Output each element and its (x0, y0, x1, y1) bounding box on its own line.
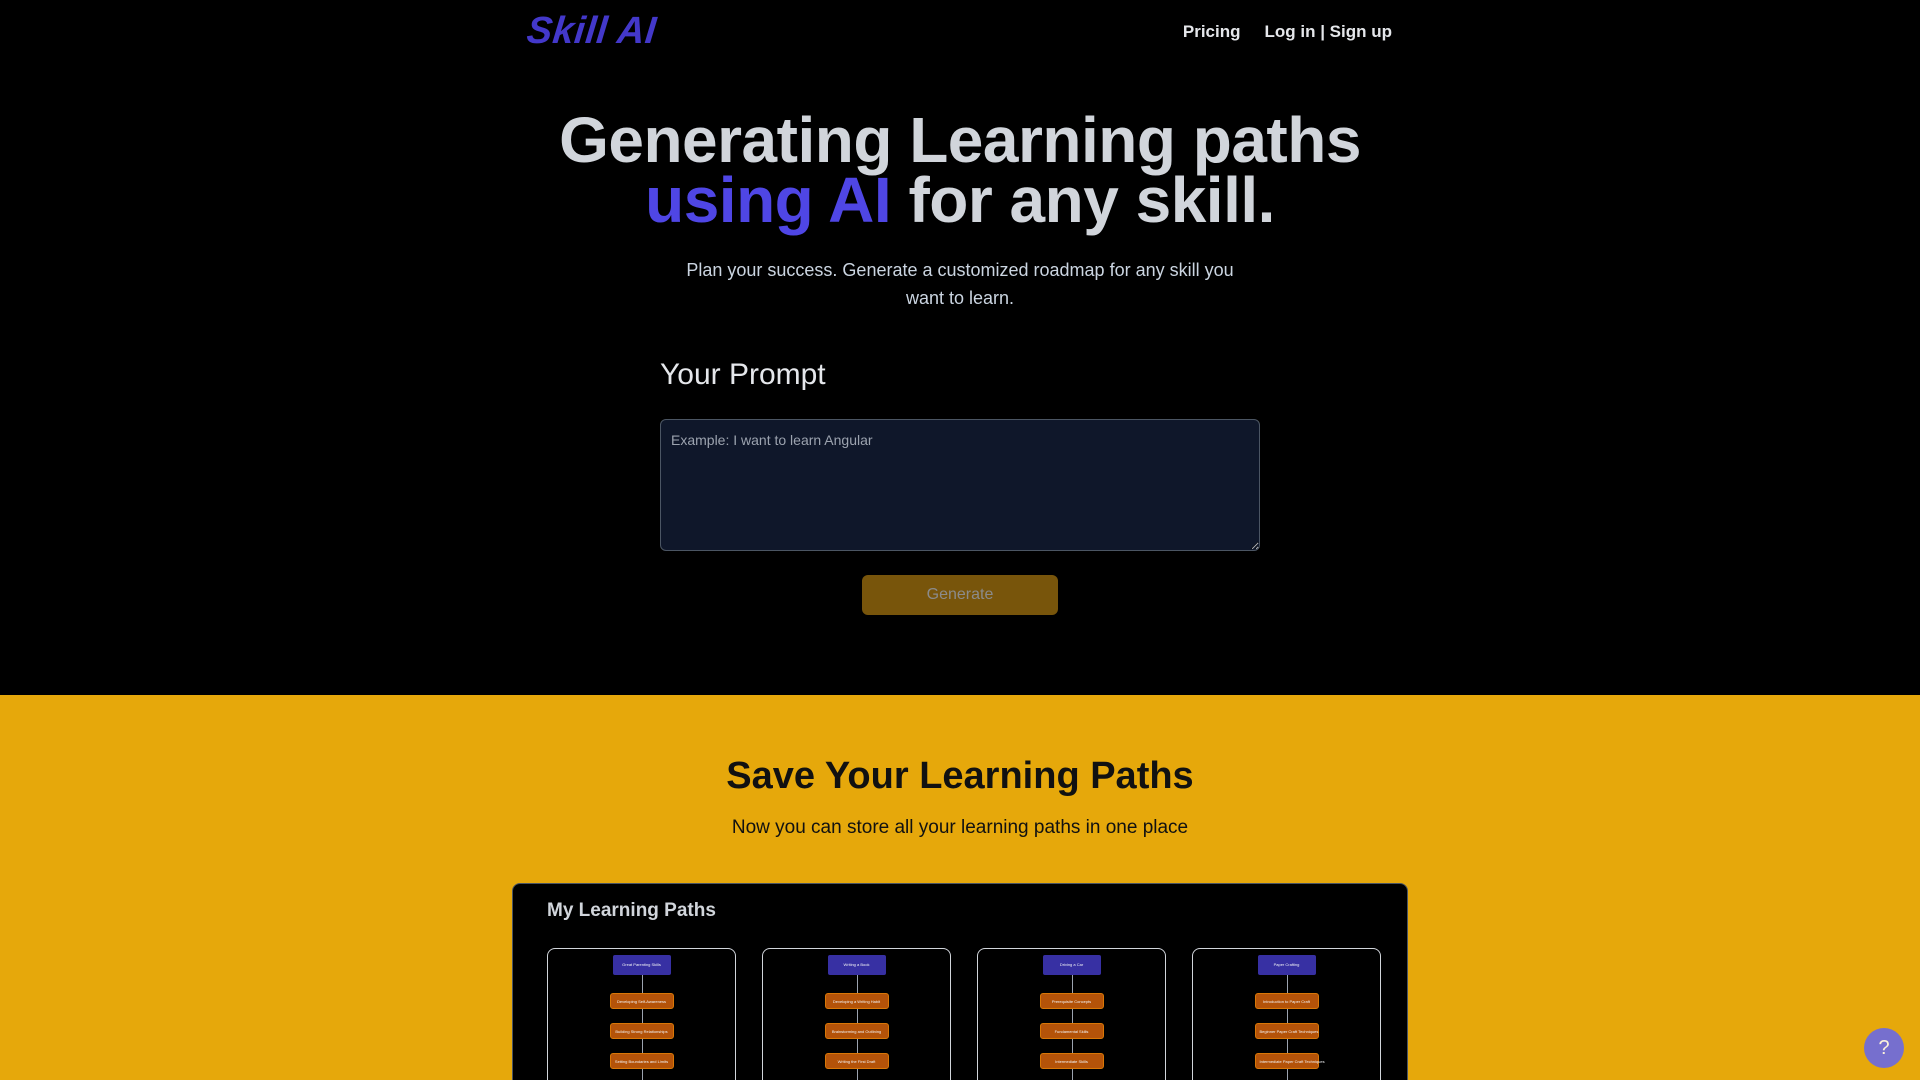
path-step-node: Intermediate Skills (1039, 1053, 1104, 1069)
save-title: Save Your Learning Paths (726, 755, 1194, 797)
hero-title-rest: for any skill. (891, 164, 1275, 236)
prompt-label: Your Prompt (660, 358, 826, 391)
prompt-input[interactable] (660, 419, 1260, 551)
path-root-node: Great Parenting Skills (612, 955, 671, 975)
hero-title: Generating Learning paths using AI for a… (0, 108, 1920, 232)
learning-paths-panel: My Learning Paths Great Parenting Skills… (512, 883, 1408, 1080)
logo[interactable]: Skill AI (525, 10, 659, 53)
path-step-node: Fundamental Skills (1039, 1023, 1104, 1039)
path-step-node: Building Strong Relationships (609, 1023, 674, 1039)
generate-button[interactable]: Generate (862, 575, 1058, 615)
save-section: Save Your Learning Paths Now you can sto… (0, 695, 1920, 1080)
top-nav: Skill AI Pricing Log in | Sign up (0, 0, 1920, 66)
panel-title: My Learning Paths (547, 900, 716, 921)
path-step-node: Brainstorming and Outlining (824, 1023, 889, 1039)
path-card[interactable]: Driving a Car Prerequisite Concepts Fund… (977, 948, 1166, 1080)
path-step-node: Beginner Paper Craft Techniques (1254, 1023, 1319, 1039)
path-root-node: Writing a Book (827, 955, 886, 975)
path-step-node: Setting Boundaries and Limits (609, 1053, 674, 1069)
hero-title-accent: using AI (645, 164, 892, 236)
path-step-node: Developing a Writing Habit (824, 993, 889, 1009)
path-step-node: Intermediate Paper Craft Techniques (1254, 1053, 1325, 1069)
nav-links: Pricing Log in | Sign up (1183, 22, 1392, 42)
path-step-node: Prerequisite Concepts (1039, 993, 1104, 1009)
path-cards: Great Parenting Skills Developing Self-A… (547, 948, 1381, 1080)
path-card[interactable]: Great Parenting Skills Developing Self-A… (547, 948, 736, 1080)
path-card[interactable]: Paper Crafting Introduction to Paper Cra… (1192, 948, 1381, 1080)
login-signup-link[interactable]: Log in | Sign up (1264, 22, 1392, 42)
path-root-node: Driving a Car (1042, 955, 1101, 975)
hero-subtitle: Plan your success. Generate a customized… (686, 260, 1234, 308)
pricing-link[interactable]: Pricing (1183, 22, 1241, 42)
path-step-node: Writing the First Draft (824, 1053, 889, 1069)
path-step-node: Introduction to Paper Craft (1254, 993, 1319, 1009)
save-subtitle: Now you can store all your learning path… (731, 817, 1189, 838)
hero: Generating Learning paths using AI for a… (0, 108, 1920, 312)
path-step-node: Developing Self-Awareness (609, 993, 674, 1009)
path-root-node: Paper Crafting (1257, 955, 1316, 975)
help-icon[interactable]: ? (1864, 1028, 1904, 1068)
path-card[interactable]: Writing a Book Developing a Writing Habi… (762, 948, 951, 1080)
